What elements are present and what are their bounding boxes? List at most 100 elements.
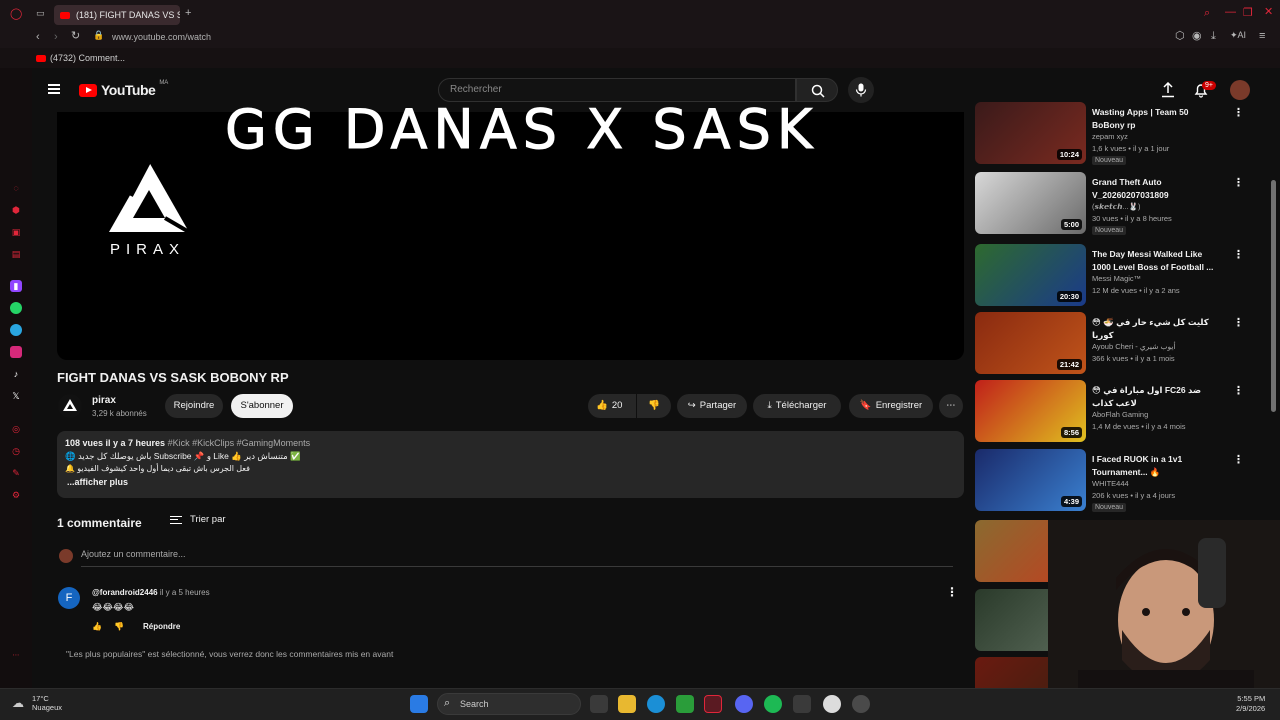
recommended-channel[interactable]: WHITE444 bbox=[1092, 479, 1129, 488]
twitch-icon[interactable]: ▮ bbox=[10, 280, 22, 292]
recommended-title[interactable]: The Day Messi Walked Like 1000 Level Bos… bbox=[1092, 248, 1222, 274]
youtube-logo[interactable]: YouTube MA bbox=[79, 80, 168, 98]
description-box[interactable]: 108 vues il y a 7 heures #Kick #KickClip… bbox=[57, 431, 964, 498]
url-field[interactable]: www.youtube.com/watch bbox=[112, 32, 211, 42]
sidebar-more-icon[interactable]: ⋯ bbox=[10, 650, 22, 662]
video-thumbnail[interactable]: 5:00 bbox=[975, 172, 1086, 234]
xbox-icon[interactable] bbox=[676, 695, 694, 713]
new-tab-icon[interactable]: + bbox=[185, 8, 191, 19]
create-button[interactable] bbox=[1158, 80, 1178, 100]
aria-icon[interactable]: ◌ bbox=[10, 182, 22, 194]
page-scrollbar[interactable] bbox=[1271, 180, 1276, 412]
mail-icon[interactable] bbox=[793, 695, 811, 713]
settings-icon[interactable]: ⚙ bbox=[10, 489, 22, 501]
reload-icon[interactable]: ↻ bbox=[71, 31, 80, 42]
comment-author-handle[interactable]: @forandroid2446 bbox=[92, 588, 158, 597]
reply-button[interactable]: Répondre bbox=[143, 622, 180, 631]
recommended-more-icon[interactable]: ⋮ bbox=[1233, 316, 1244, 329]
channel-avatar[interactable] bbox=[58, 394, 82, 418]
recommended-more-icon[interactable]: ⋮ bbox=[1233, 453, 1244, 466]
music-icon[interactable]: ◎ bbox=[10, 423, 22, 435]
forward-icon[interactable]: › bbox=[54, 32, 58, 43]
file-explorer-icon[interactable] bbox=[618, 695, 636, 713]
recommended-title[interactable]: Grand Theft Auto V_20260207031809 bbox=[1092, 176, 1222, 202]
spotify-icon[interactable] bbox=[764, 695, 782, 713]
hashtags[interactable]: #Kick #KickClips #GamingMoments bbox=[168, 438, 311, 448]
instagram-icon[interactable] bbox=[10, 346, 22, 358]
join-button[interactable]: Rejoindre bbox=[165, 394, 223, 418]
download-button[interactable]: ⤓ Télécharger bbox=[753, 394, 841, 418]
video-thumbnail[interactable]: 10:24 bbox=[975, 102, 1086, 164]
whatsapp-icon[interactable] bbox=[10, 302, 22, 314]
voice-search-button[interactable] bbox=[848, 77, 874, 103]
games-icon[interactable]: ⬢ bbox=[10, 204, 22, 216]
save-button[interactable]: 🔖 Enregistrer bbox=[849, 394, 933, 418]
opera-taskbar-icon[interactable] bbox=[704, 695, 722, 713]
chat-icon[interactable]: ▣ bbox=[10, 226, 22, 238]
recommended-channel[interactable]: (𝙨𝙠𝙚𝙩𝙘𝙝...🐰) bbox=[1092, 202, 1141, 211]
sort-comments-button[interactable]: Trier par bbox=[170, 514, 226, 525]
comment-dislike-icon[interactable]: 👎 bbox=[114, 622, 124, 631]
x-icon[interactable]: 𝕏 bbox=[10, 390, 22, 402]
recommended-video[interactable]: 8:56 😳 اول مباراة في FC26 ضد لاعب كذاب Abo… bbox=[975, 380, 1265, 444]
ai-icon[interactable]: ✦AI bbox=[1230, 31, 1246, 40]
recommended-more-icon[interactable]: ⋮ bbox=[1233, 248, 1244, 261]
opera-logo-icon[interactable]: ◯ bbox=[10, 9, 22, 20]
dislike-button[interactable]: 👎 bbox=[637, 394, 671, 418]
recommended-video[interactable]: 21:42 😳 🍜 كليت كل شيء حار في كوريا Ayoub C… bbox=[975, 312, 1265, 376]
recommended-video[interactable]: 10:24 Wasting Apps | Team 50 BoBony rp zep… bbox=[975, 102, 1265, 166]
comment-more-icon[interactable]: ⋮ bbox=[946, 585, 958, 599]
browser-tab-active[interactable]: (181) FIGHT DANAS VS SASK bbox=[54, 5, 180, 25]
recommended-channel[interactable]: zepam xyz bbox=[1092, 132, 1128, 141]
history-icon[interactable]: ◷ bbox=[10, 445, 22, 457]
profile-icon[interactable]: ◉ bbox=[1192, 31, 1202, 42]
search-tabs-icon[interactable]: ⌕ bbox=[1204, 8, 1210, 19]
pinboard-icon[interactable]: ✎ bbox=[10, 467, 22, 479]
recommended-channel[interactable]: AboFlah Gaming bbox=[1092, 410, 1148, 419]
like-button[interactable]: 👍 20 bbox=[588, 394, 636, 418]
recommended-more-icon[interactable]: ⋮ bbox=[1233, 106, 1244, 119]
comment-like-icon[interactable]: 👍 bbox=[92, 622, 102, 631]
task-view-icon[interactable] bbox=[590, 695, 608, 713]
guide-menu-icon[interactable] bbox=[48, 84, 60, 94]
recommended-title[interactable]: I Faced RUOK in a 1v1 Tournament... 🔥 bbox=[1092, 453, 1222, 479]
minimize-icon[interactable]: — bbox=[1225, 7, 1236, 18]
recommended-title[interactable]: Wasting Apps | Team 50 BoBony rp bbox=[1092, 106, 1222, 132]
subscribe-button[interactable]: S'abonner bbox=[231, 394, 293, 418]
recommended-channel[interactable]: Ayoub Cheri - أيوب شيري bbox=[1092, 342, 1176, 351]
steam-icon[interactable] bbox=[852, 695, 870, 713]
comment-author-avatar[interactable]: F bbox=[58, 587, 80, 609]
recommended-video[interactable]: 5:00 Grand Theft Auto V_20260207031809 (𝙨𝙠… bbox=[975, 172, 1265, 236]
show-more-link[interactable]: ...afficher plus bbox=[67, 477, 128, 487]
windows-start-icon[interactable] bbox=[410, 695, 428, 713]
more-actions-button[interactable]: ⋯ bbox=[939, 394, 963, 418]
recommended-video[interactable]: 4:39 I Faced RUOK in a 1v1 Tournament... … bbox=[975, 449, 1265, 513]
recommended-channel[interactable]: Messi Magic™ bbox=[1092, 274, 1141, 283]
comment-author[interactable]: @forandroid2446 il y a 5 heures bbox=[92, 588, 210, 597]
share-button[interactable]: ↪ Partager bbox=[677, 394, 747, 418]
back-icon[interactable]: ‹ bbox=[36, 32, 40, 43]
video-thumbnail[interactable]: 4:39 bbox=[975, 449, 1086, 511]
close-window-icon[interactable]: ✕ bbox=[1264, 7, 1273, 18]
messenger-icon[interactable]: ▤ bbox=[10, 248, 22, 260]
recommended-title[interactable]: 😳 🍜 كليت كل شيء حار في كوريا bbox=[1092, 316, 1222, 342]
comment-timestamp[interactable]: il y a 5 heures bbox=[160, 588, 210, 597]
video-thumbnail[interactable]: 20:30 bbox=[975, 244, 1086, 306]
account-avatar[interactable] bbox=[1230, 80, 1250, 100]
system-clock[interactable]: 5:55 PM 2/9/2026 bbox=[1236, 694, 1265, 714]
recommended-title[interactable]: 😳 اول مباراة في FC26 ضد لاعب كذاب bbox=[1092, 384, 1222, 410]
bookmark-youtube-comments[interactable]: (4732) Comment... bbox=[36, 53, 125, 63]
menu-icon[interactable]: ≡ bbox=[1259, 31, 1265, 42]
video-thumbnail[interactable]: 21:42 bbox=[975, 312, 1086, 374]
tiktok-icon[interactable]: ♪ bbox=[10, 368, 22, 380]
edge-icon[interactable] bbox=[647, 695, 665, 713]
recommended-video[interactable]: 20:30 The Day Messi Walked Like 1000 Leve… bbox=[975, 244, 1265, 308]
taskbar-search[interactable]: Search bbox=[437, 693, 581, 715]
recommended-more-icon[interactable]: ⋮ bbox=[1233, 176, 1244, 189]
telegram-icon[interactable] bbox=[10, 324, 22, 336]
add-comment-input[interactable]: Ajoutez un commentaire... bbox=[81, 549, 186, 559]
recommended-more-icon[interactable]: ⋮ bbox=[1233, 384, 1244, 397]
obs-icon[interactable] bbox=[823, 695, 841, 713]
downloads-icon[interactable]: ⤓ bbox=[1211, 31, 1216, 42]
video-thumbnail[interactable]: 8:56 bbox=[975, 380, 1086, 442]
